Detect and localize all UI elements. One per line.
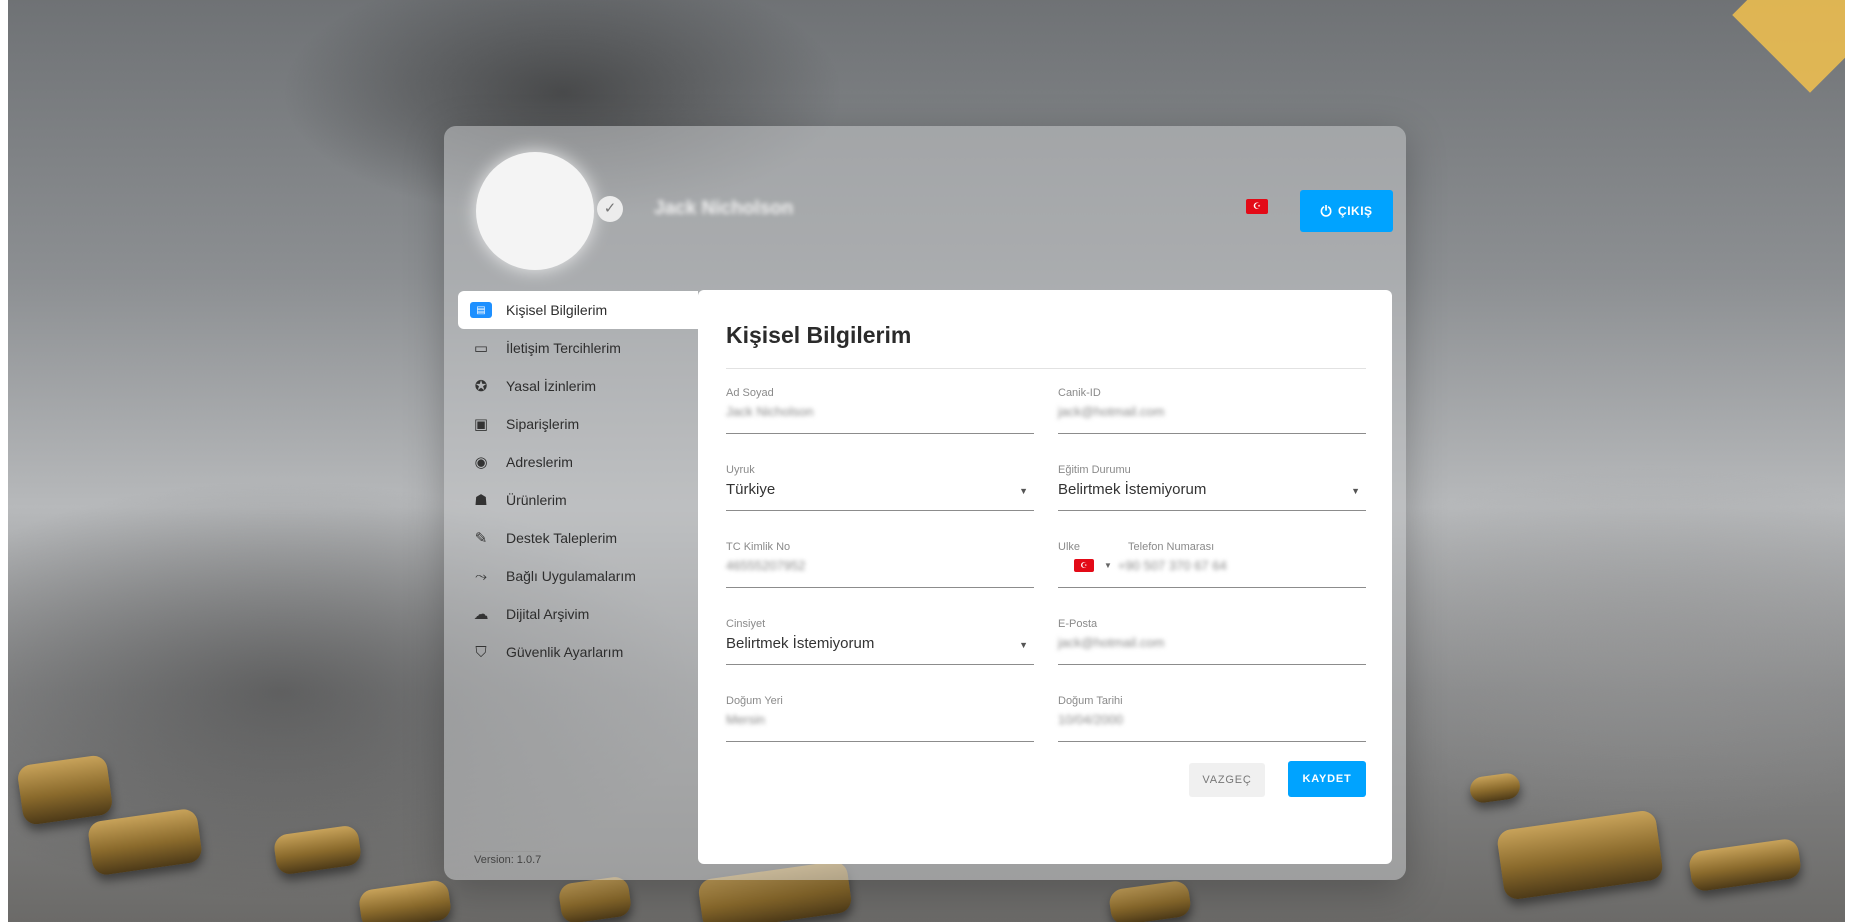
email-value: jack@hotmail.com xyxy=(1058,635,1165,650)
cloud-archive-icon: ☁ xyxy=(473,606,489,623)
sidebar-item-label: Dijital Arşivim xyxy=(506,606,590,622)
chevron-down-icon: ▼ xyxy=(1351,486,1360,496)
avatar[interactable] xyxy=(476,152,594,270)
sidebar-item-orders[interactable]: ▣ Siparişlerim xyxy=(458,405,690,443)
sidebar-item-label: Kişisel Bilgilerim xyxy=(506,302,608,318)
nationality-select[interactable]: Uyruk Türkiye ▼ xyxy=(726,464,1034,511)
location-pin-icon: ◉ xyxy=(474,454,488,471)
sidebar-item-support[interactable]: ✎ Destek Taleplerim xyxy=(458,519,690,557)
birth-date-label: Doğum Tarihi xyxy=(1058,695,1123,707)
turkey-flag-icon[interactable]: ☪ xyxy=(1246,199,1268,214)
chevron-down-icon: ▼ xyxy=(1019,486,1028,496)
education-value: Belirtmek İstemiyorum xyxy=(1058,481,1207,498)
page-title: Kişisel Bilgilerim xyxy=(726,322,912,348)
id-card-icon: ▤ xyxy=(470,302,492,318)
chevron-down-icon: ▼ xyxy=(1019,640,1028,650)
profile-card: ✓ Jack Nicholson ☪ ⏻ ÇIKIŞ ▤ Kişisel Bil… xyxy=(444,126,1406,880)
bullet-casing xyxy=(557,875,633,922)
phone-label: Telefon Numarası xyxy=(1128,541,1215,553)
products-icon: ☗ xyxy=(474,492,488,509)
sidebar-item-communication[interactable]: ▭ İletişim Tercihlerim xyxy=(458,329,690,367)
sidebar: ▤ Kişisel Bilgilerim ▭ İletişim Tercihle… xyxy=(458,291,698,671)
badge-check-icon: ✪ xyxy=(474,378,488,395)
email-label: E-Posta xyxy=(1058,618,1098,630)
bullet-casing xyxy=(272,824,363,876)
support-edit-icon: ✎ xyxy=(474,530,488,547)
birth-place-label: Doğum Yeri xyxy=(726,695,783,707)
sidebar-item-label: Yasal İzinlerim xyxy=(506,378,596,394)
bullet-casing xyxy=(1107,879,1193,922)
sidebar-item-label: Ürünlerim xyxy=(506,492,567,508)
education-select[interactable]: Eğitim Durumu Belirtmek İstemiyorum ▼ xyxy=(1058,464,1366,511)
phone-value: +90 507 370 67 64 xyxy=(1117,558,1227,573)
save-button[interactable]: KAYDET xyxy=(1288,761,1366,797)
shield-icon: ⛉ xyxy=(475,643,487,661)
education-label: Eğitim Durumu xyxy=(1058,464,1131,476)
background-edge-left xyxy=(0,0,8,922)
sidebar-item-security[interactable]: ⛉ Güvenlik Ayarlarım xyxy=(458,633,690,671)
sidebar-item-label: Adreslerim xyxy=(506,454,573,470)
nationality-label: Uyruk xyxy=(726,464,755,476)
check-circle-icon: ✓ xyxy=(597,196,623,222)
logout-button[interactable]: ⏻ ÇIKIŞ xyxy=(1300,190,1393,232)
bullet-casing xyxy=(1468,771,1522,805)
cancel-button[interactable]: VAZGEÇ xyxy=(1189,763,1265,797)
personal-info-panel: Kişisel Bilgilerim Ad Soyad Jack Nichols… xyxy=(698,290,1392,864)
gender-value: Belirtmek İstemiyorum xyxy=(726,635,875,652)
bullet-casing xyxy=(1687,837,1803,893)
bullet-casing xyxy=(357,878,453,922)
gender-label: Cinsiyet xyxy=(726,618,766,630)
phone-country-label: Ulke xyxy=(1058,541,1081,553)
power-icon: ⏻ xyxy=(1320,202,1333,219)
sidebar-item-legal[interactable]: ✪ Yasal İzinlerim xyxy=(458,367,690,405)
sidebar-item-products[interactable]: ☗ Ürünlerim xyxy=(458,481,690,519)
sidebar-item-label: Destek Taleplerim xyxy=(506,530,618,546)
divider xyxy=(726,368,1366,369)
sidebar-item-label: Bağlı Uygulamalarım xyxy=(506,568,636,584)
turkey-flag-icon[interactable]: ☪ xyxy=(1074,559,1094,572)
sidebar-item-connected-apps[interactable]: ⤳ Bağlı Uygulamalarım xyxy=(458,557,690,595)
version-label: Version: 1.0.7 xyxy=(474,851,542,866)
chat-icon: ▭ xyxy=(473,340,489,357)
canik-id-label: Canik-ID xyxy=(1058,387,1101,399)
canik-id-field[interactable]: Canik-ID jack@hotmail.com xyxy=(1058,387,1366,434)
sidebar-item-label: İletişim Tercihlerim xyxy=(506,340,621,356)
bullet-casing xyxy=(16,754,114,826)
birth-date-field[interactable]: Doğum Tarihi 10/04/2000 xyxy=(1058,695,1366,742)
canik-id-value: jack@hotmail.com xyxy=(1058,404,1165,419)
tc-no-value: 46555207952 xyxy=(726,558,806,573)
logout-label: ÇIKIŞ xyxy=(1338,204,1373,218)
gender-select[interactable]: Cinsiyet Belirtmek İstemiyorum ▼ xyxy=(726,618,1034,665)
sidebar-item-label: Güvenlik Ayarlarım xyxy=(506,644,624,660)
full-name-field[interactable]: Ad Soyad Jack Nicholson xyxy=(726,387,1034,434)
bullet-casing xyxy=(86,807,204,877)
birth-place-field[interactable]: Doğum Yeri Mersin xyxy=(726,695,1034,742)
email-field[interactable]: E-Posta jack@hotmail.com xyxy=(1058,618,1366,665)
chevron-down-icon[interactable]: ▼ xyxy=(1104,561,1112,570)
user-name: Jack Nicholson xyxy=(654,198,794,219)
tc-no-label: TC Kimlik No xyxy=(726,541,791,553)
background-edge-right xyxy=(1845,0,1875,922)
nationality-value: Türkiye xyxy=(726,481,776,498)
sidebar-item-label: Siparişlerim xyxy=(506,416,580,432)
connected-apps-icon: ⤳ xyxy=(474,567,487,585)
sidebar-item-addresses[interactable]: ◉ Adreslerim xyxy=(458,443,690,481)
sidebar-item-personal-info[interactable]: ▤ Kişisel Bilgilerim xyxy=(458,291,698,329)
tc-no-field[interactable]: TC Kimlik No 46555207952 xyxy=(726,541,1034,588)
sidebar-item-digital-archive[interactable]: ☁ Dijital Arşivim xyxy=(458,595,690,633)
full-name-value: Jack Nicholson xyxy=(726,404,814,419)
birth-date-value: 10/04/2000 xyxy=(1058,712,1124,727)
phone-field[interactable]: Ulke Telefon Numarası ☪ ▼ +90 507 370 67… xyxy=(1058,541,1366,588)
bullet-casing xyxy=(1495,809,1665,901)
birth-place-value: Mersin xyxy=(726,712,766,727)
full-name-label: Ad Soyad xyxy=(726,387,774,399)
box-icon: ▣ xyxy=(473,416,489,433)
